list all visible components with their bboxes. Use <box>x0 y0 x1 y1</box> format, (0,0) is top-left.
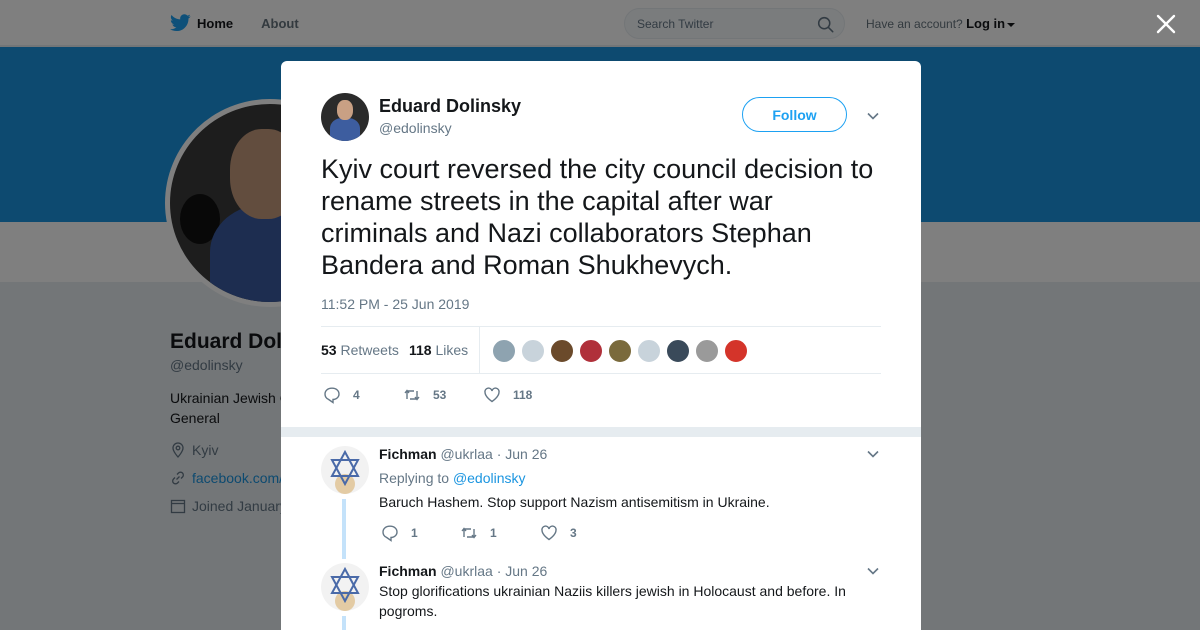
replying-to-handle[interactable]: @edolinsky <box>453 470 526 486</box>
like-action[interactable]: 118 <box>483 386 532 404</box>
author-name[interactable]: Eduard Dolinsky <box>379 96 521 117</box>
tweet-timestamp[interactable]: 11:52 PM - 25 Jun 2019 <box>321 296 469 312</box>
liker-avatar[interactable] <box>521 339 545 363</box>
reply-date[interactable]: · Jun 26 <box>497 446 548 462</box>
reply-avatar[interactable] <box>321 446 369 494</box>
like-action[interactable]: 3 <box>540 524 577 542</box>
liker-avatar[interactable] <box>550 339 574 363</box>
retweet-icon <box>404 389 420 401</box>
thread-line <box>342 616 346 630</box>
tweet-modal: Eduard Dolinsky @edolinsky Follow Kyiv c… <box>281 61 921 630</box>
reply-author-handle[interactable]: @ukrlaa <box>440 446 492 462</box>
close-icon[interactable] <box>1155 13 1177 35</box>
tweet-text: Kyiv court reversed the city council dec… <box>321 154 874 280</box>
retweet-action[interactable]: 1 <box>460 524 497 542</box>
likes-stat[interactable]: 118 Likes <box>409 342 468 358</box>
author-avatar-body <box>330 118 360 141</box>
reply-count: 4 <box>353 388 360 402</box>
retweets-label: Retweets <box>340 342 399 358</box>
reply-text: Stop glorifications ukrainian Naziis kil… <box>379 583 846 619</box>
retweet-count: 1 <box>490 526 497 540</box>
reply-action[interactable]: 4 <box>323 386 360 404</box>
reply-text: Baruch Hashem. Stop support Nazism antis… <box>379 494 770 510</box>
follow-button[interactable]: Follow <box>742 97 847 132</box>
liker-avatar[interactable] <box>637 339 661 363</box>
chevron-down-icon[interactable] <box>866 564 880 578</box>
replying-to: Replying to @edolinsky <box>379 470 526 486</box>
retweets-stat[interactable]: 53 Retweets <box>321 342 399 358</box>
like-icon <box>484 387 500 403</box>
replying-to-prefix: Replying to <box>379 470 450 486</box>
author-avatar[interactable] <box>321 93 369 141</box>
reply-header: Fichman @ukrlaa · Jun 26 <box>379 446 547 462</box>
reply-icon <box>324 387 340 404</box>
author-avatar-head <box>337 100 353 120</box>
likes-count: 118 <box>409 342 432 358</box>
likes-label: Likes <box>435 342 469 358</box>
liker-avatar[interactable] <box>608 339 632 363</box>
reply-author-name[interactable]: Fichman <box>379 446 437 462</box>
retweet-icon <box>461 527 477 539</box>
chevron-down-icon[interactable] <box>866 447 880 461</box>
star-of-david-icon <box>330 566 360 611</box>
section-separator <box>281 427 921 437</box>
like-icon <box>541 525 557 541</box>
liker-avatar[interactable] <box>724 339 748 363</box>
tweet-stats: 53 Retweets 118 Likes <box>321 326 881 374</box>
liker-avatar[interactable] <box>695 339 719 363</box>
reply-header: Fichman @ukrlaa · Jun 26 <box>379 563 547 579</box>
retweets-count: 53 <box>321 342 337 358</box>
reply-count: 1 <box>411 526 418 540</box>
reply-date[interactable]: · Jun 26 <box>497 563 548 579</box>
reply-author-name[interactable]: Fichman <box>379 563 437 579</box>
reply-action[interactable]: 1 <box>381 524 418 542</box>
liker-avatar[interactable] <box>492 339 516 363</box>
stats-divider <box>479 327 480 374</box>
star-of-david-icon <box>330 449 360 494</box>
retweet-action[interactable]: 53 <box>403 386 446 404</box>
liker-avatar[interactable] <box>579 339 603 363</box>
reply-avatar[interactable] <box>321 563 369 611</box>
like-count: 3 <box>570 526 577 540</box>
reply-icon <box>382 525 398 542</box>
chevron-down-icon[interactable] <box>866 109 880 123</box>
author-handle[interactable]: @edolinsky <box>379 120 452 136</box>
reply-author-handle[interactable]: @ukrlaa <box>440 563 492 579</box>
liker-avatar[interactable] <box>666 339 690 363</box>
thread-line <box>342 499 346 559</box>
retweet-count: 53 <box>433 388 447 402</box>
like-count: 118 <box>513 388 533 402</box>
